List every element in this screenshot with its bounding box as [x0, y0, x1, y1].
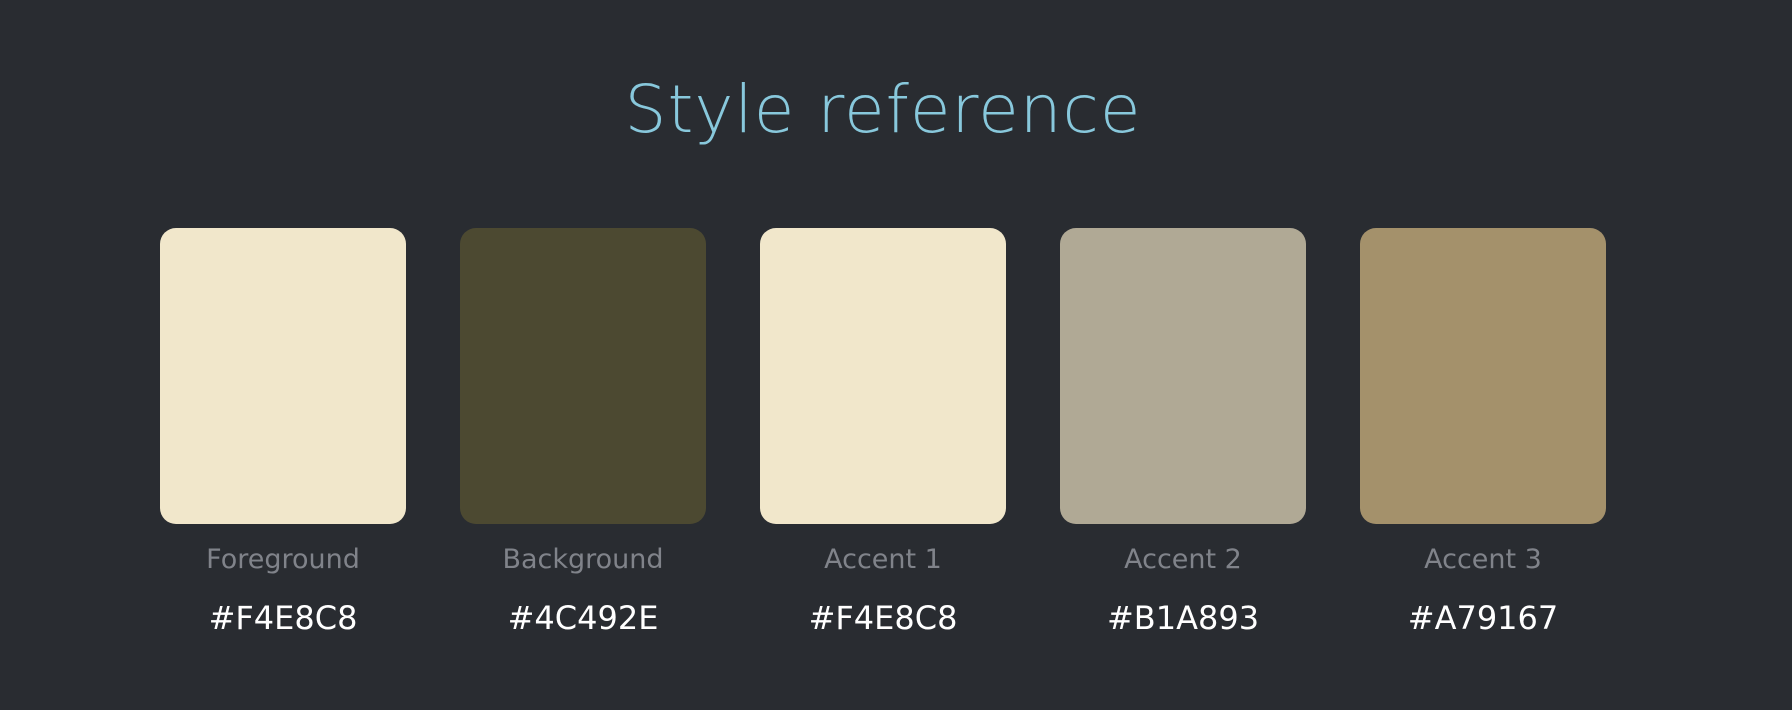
swatch-label: Accent 3	[1424, 544, 1542, 575]
swatch-background: Background #4C492E	[460, 228, 706, 648]
color-chip-foreground	[160, 228, 406, 524]
swatch-label: Background	[502, 544, 664, 575]
swatch-hex-value: #A79167	[1407, 599, 1559, 637]
color-chip-accent-2	[1060, 228, 1306, 524]
page-title: Style reference	[624, 71, 1142, 148]
swatch-accent-3: Accent 3 #A79167	[1360, 228, 1606, 648]
swatch-hex-value: #4C492E	[507, 599, 659, 637]
swatch-hex-value: #F4E8C8	[208, 599, 358, 637]
color-chip-background	[460, 228, 706, 524]
swatch-row: Foreground #F4E8C8 Background #4C492E Ac…	[160, 228, 1606, 648]
color-chip-accent-3	[1360, 228, 1606, 524]
swatch-hex-value: #B1A893	[1106, 599, 1260, 637]
color-chip-accent-1	[760, 228, 1006, 524]
swatch-label: Foreground	[206, 544, 360, 575]
swatch-hex-value: #F4E8C8	[808, 599, 958, 637]
swatch-accent-2: Accent 2 #B1A893	[1060, 228, 1306, 648]
swatch-label: Accent 2	[1124, 544, 1242, 575]
swatch-foreground: Foreground #F4E8C8	[160, 228, 406, 648]
swatch-accent-1: Accent 1 #F4E8C8	[760, 228, 1006, 648]
swatch-label: Accent 1	[824, 544, 942, 575]
